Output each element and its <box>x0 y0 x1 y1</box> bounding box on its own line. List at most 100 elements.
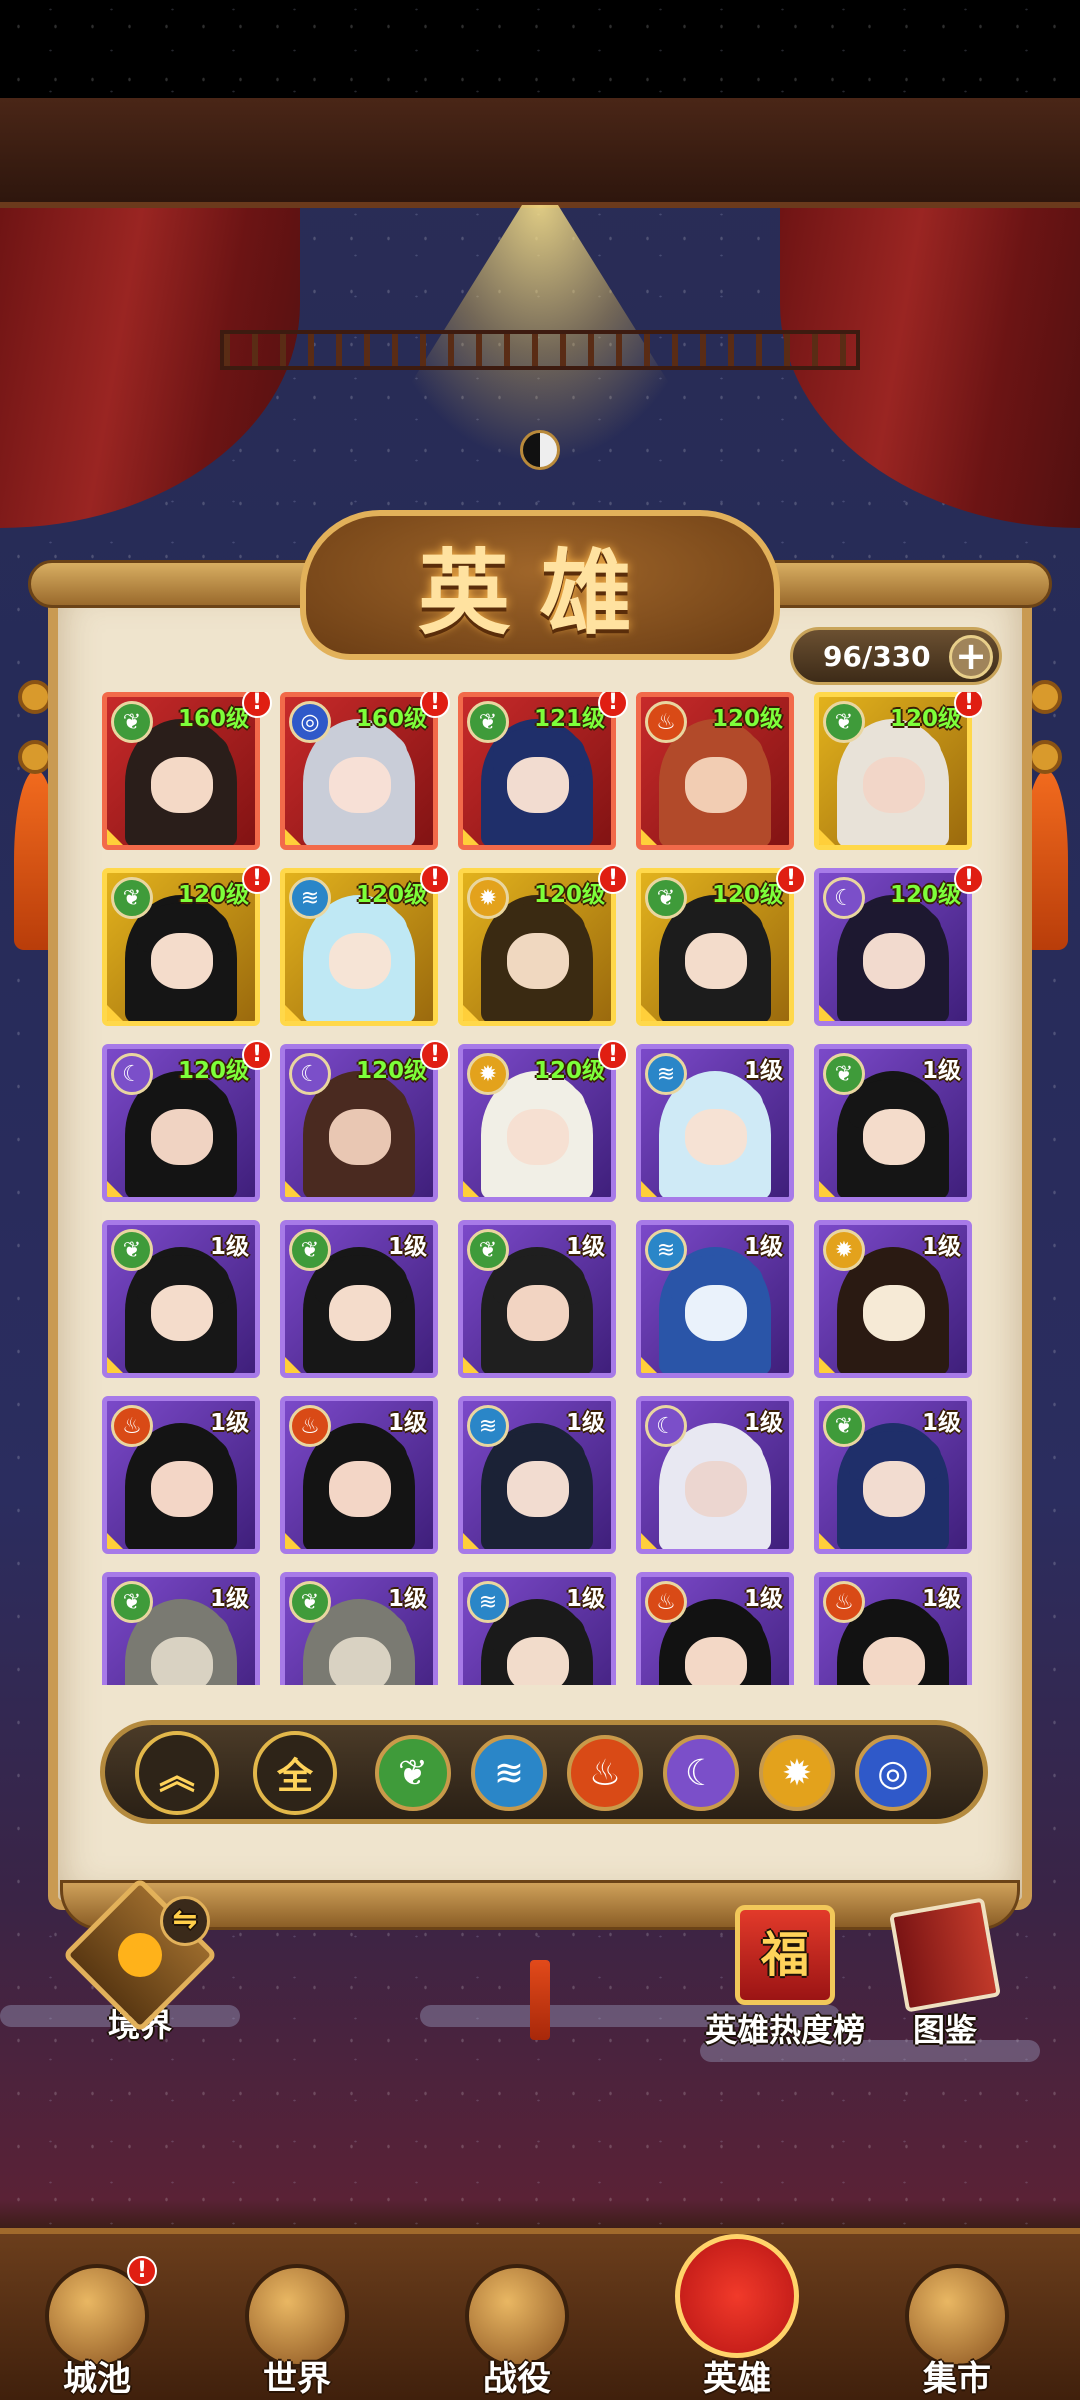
hero-level: 1级 <box>921 1058 961 1084</box>
codex-button[interactable]: 图鉴 <box>880 1897 1010 2051</box>
hero-card[interactable]: ♨ 1级 <box>102 1396 260 1554</box>
hero-level: 1级 <box>743 1058 783 1084</box>
nav-0[interactable]: 城池! <box>17 2234 177 2400</box>
leaf-icon: ❦ <box>289 1581 331 1623</box>
hero-card[interactable]: ❦ 1级 <box>280 1220 438 1378</box>
nav-2[interactable]: 战役 <box>437 2234 597 2400</box>
leaf-icon: ❦ <box>111 1229 153 1271</box>
hero-count: 96/330 <box>823 639 931 673</box>
hero-card[interactable]: ❦ 1级 <box>102 1572 260 1685</box>
wave-icon: ≋ <box>467 1405 509 1447</box>
hero-level: 120级 <box>177 1058 249 1084</box>
add-hero-slots-button[interactable]: + <box>949 635 993 679</box>
hero-card[interactable]: ☾ 1级 <box>636 1396 794 1554</box>
hero-card[interactable]: ❦ 1级 <box>458 1220 616 1378</box>
leaf-icon: ❦ <box>111 877 153 919</box>
hero-card[interactable]: ☾ 120级 <box>102 1044 260 1202</box>
hero-card[interactable]: ≋ 1级 <box>636 1220 794 1378</box>
nav-3[interactable]: 英雄 <box>657 2234 817 2400</box>
alert-badge-icon: ! <box>598 692 628 718</box>
right-coin-icon <box>1028 680 1062 714</box>
hero-face <box>507 757 569 813</box>
hero-portrait-icon <box>675 2234 799 2358</box>
hero-card[interactable]: ≋ 1级 <box>636 1044 794 1202</box>
filter-light-button[interactable]: ✹ <box>759 1735 835 1811</box>
hero-card[interactable]: ✹ 120级 <box>458 868 616 1026</box>
hero-face <box>863 757 925 813</box>
rarity-corner <box>107 829 123 845</box>
realm-button[interactable]: ⇋ 境界 <box>60 1877 220 2046</box>
hero-face <box>863 1109 925 1165</box>
hero-card[interactable]: ❦ 1级 <box>280 1572 438 1685</box>
hero-card[interactable]: ◎ 160级 <box>280 692 438 850</box>
nav-4[interactable]: 集市 <box>877 2234 1037 2400</box>
wave-icon: ≋ <box>493 1752 525 1794</box>
hero-level: 120级 <box>711 882 783 908</box>
hero-card[interactable]: ❦ 120级 <box>102 868 260 1026</box>
hero-card[interactable]: ≋ 1级 <box>458 1396 616 1554</box>
hero-level: 1级 <box>209 1586 249 1612</box>
hero-card[interactable]: ♨ 1级 <box>280 1396 438 1554</box>
rarity-corner <box>285 1533 301 1549</box>
hero-card[interactable]: ❦ 1级 <box>814 1396 972 1554</box>
hero-card[interactable]: ❦ 121级 <box>458 692 616 850</box>
hero-card[interactable]: ❦ 1级 <box>814 1044 972 1202</box>
hero-face <box>685 1109 747 1165</box>
hero-card[interactable]: ❦ 120级 <box>636 868 794 1026</box>
filter-fire-button[interactable]: ♨ <box>567 1735 643 1811</box>
hero-face <box>329 1109 391 1165</box>
moon-icon: ☾ <box>289 1053 331 1095</box>
stage-railing <box>220 330 860 370</box>
alert-badge-icon: ! <box>420 1040 450 1070</box>
rarity-corner <box>463 1533 479 1549</box>
hero-level: 1级 <box>743 1586 783 1612</box>
rarity-corner <box>285 1005 301 1021</box>
filter-dark-button[interactable]: ☾ <box>663 1735 739 1811</box>
hero-grid[interactable]: ❦ 160级! ◎ 160级! ❦ 121级! ♨ 120级 ❦ 120级! ❦ 120级! ≋ 120级… <box>102 692 982 1685</box>
rarity-corner <box>641 1533 657 1549</box>
leaf-icon: ❦ <box>823 1053 865 1095</box>
moon-icon: ☾ <box>823 877 865 919</box>
hero-card[interactable]: ♨ 120级 <box>636 692 794 850</box>
hero-level: 120级 <box>533 882 605 908</box>
hero-card[interactable]: ❦ 1级 <box>102 1220 260 1378</box>
hero-card[interactable]: ❦ 160级 <box>102 692 260 850</box>
hero-card[interactable]: ✹ 120级 <box>458 1044 616 1202</box>
hero-face <box>329 1637 391 1685</box>
filter-wind-button[interactable]: ◎ <box>855 1735 931 1811</box>
alert-badge-icon: ! <box>598 1040 628 1070</box>
hero-ranking-button[interactable]: 福 英雄热度榜 <box>690 1905 880 2051</box>
hero-card[interactable]: ≋ 120级 <box>280 868 438 1026</box>
nav-1[interactable]: 世界 <box>217 2234 377 2400</box>
filter-all-button[interactable]: 全 <box>253 1731 337 1815</box>
ranking-label: 英雄热度榜 <box>704 2011 865 2049</box>
filter-water-button[interactable]: ≋ <box>471 1735 547 1811</box>
flame-icon: ♨ <box>823 1581 865 1623</box>
hero-level: 1级 <box>743 1234 783 1260</box>
alert-badge-icon: ! <box>598 864 628 894</box>
filter-wood-button[interactable]: ❦ <box>375 1735 451 1811</box>
hero-card[interactable]: ❦ 120级 <box>814 692 972 850</box>
wave-icon: ≋ <box>289 877 331 919</box>
hero-card[interactable]: ✹ 1级 <box>814 1220 972 1378</box>
right-coin-icon <box>1028 740 1062 774</box>
hero-face <box>329 757 391 813</box>
rarity-corner <box>819 1533 835 1549</box>
hero-face <box>151 1109 213 1165</box>
filter-all-label: 全 <box>276 1756 313 1797</box>
hero-face <box>685 1637 747 1685</box>
hero-face <box>151 933 213 989</box>
rarity-corner <box>641 829 657 845</box>
hero-level: 1级 <box>387 1586 427 1612</box>
flame-icon: ♨ <box>645 701 687 743</box>
moon-icon: ☾ <box>645 1405 687 1447</box>
flame-icon: ♨ <box>588 1752 622 1794</box>
hero-level: 120级 <box>355 1058 427 1084</box>
hero-card[interactable]: ♨ 1级 <box>636 1572 794 1685</box>
hero-card[interactable]: ♨ 1级 <box>814 1572 972 1685</box>
hero-card[interactable]: ☾ 120级 <box>814 868 972 1026</box>
hero-card[interactable]: ☾ 120级 <box>280 1044 438 1202</box>
hero-level: 120级 <box>889 706 961 732</box>
sort-toggle-button[interactable]: ︽ <box>135 1731 219 1815</box>
hero-card[interactable]: ≋ 1级 <box>458 1572 616 1685</box>
